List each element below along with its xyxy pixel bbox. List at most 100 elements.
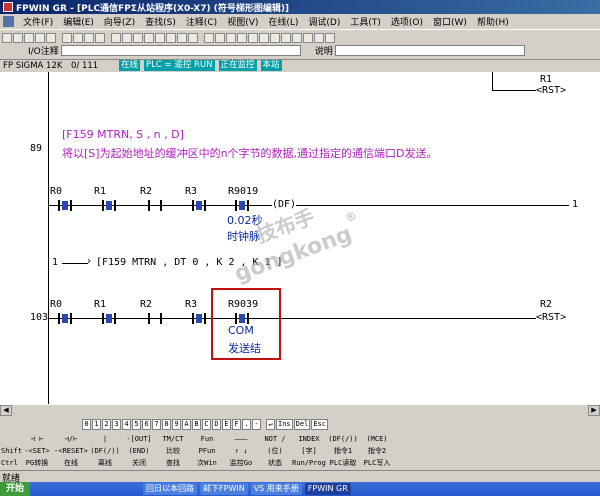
top-coil[interactable]: <RST> <box>536 85 566 96</box>
menu-file[interactable]: 文件(F) <box>18 15 58 28</box>
check-icon[interactable] <box>237 32 247 43</box>
fkey-hline[interactable]: ——— <box>224 435 258 443</box>
fkey-reset[interactable]: -<RESET> <box>54 447 88 455</box>
taskbar-item-3[interactable]: VS 用来手册 <box>250 483 302 495</box>
lock-icon[interactable] <box>281 32 291 43</box>
binoculars-icon[interactable] <box>215 32 225 43</box>
open-folder-icon[interactable] <box>13 32 23 43</box>
taskbar-item-1[interactable]: 回日以本回路 <box>143 483 198 495</box>
menu-tools[interactable]: 工具(T) <box>345 15 386 28</box>
cut-icon[interactable] <box>62 32 72 43</box>
contact-r1[interactable] <box>102 200 116 211</box>
fkey-index[interactable]: INDEX <box>292 435 326 443</box>
list-icon[interactable] <box>155 32 165 43</box>
help-icon[interactable] <box>325 32 335 43</box>
key-e[interactable]: E <box>222 419 231 430</box>
fkey-monitor-go[interactable]: 监控Go <box>224 458 258 468</box>
coil-rst-r2[interactable]: <RST> <box>536 312 566 323</box>
fkey-compare[interactable]: 比较 <box>156 446 190 456</box>
io-comment-field[interactable] <box>60 45 301 56</box>
horizontal-scrollbar[interactable]: ◀ ▶ <box>0 404 600 416</box>
fkey-df[interactable]: (DF(/)) <box>326 435 360 443</box>
table-icon[interactable] <box>166 32 176 43</box>
menu-comment[interactable]: 注释(C) <box>181 15 222 28</box>
fkey-online[interactable]: 在线 <box>54 458 88 468</box>
plc-read-icon[interactable] <box>259 32 269 43</box>
key-1[interactable]: 1 <box>92 419 101 430</box>
undo-icon[interactable] <box>95 32 105 43</box>
scroll-right-icon[interactable]: ▶ <box>588 405 600 416</box>
fkey-pg-convert[interactable]: PG转换 <box>20 458 54 468</box>
key-5[interactable]: 5 <box>132 419 141 430</box>
fkey-offline[interactable]: 离线 <box>88 458 122 468</box>
fkey-fun[interactable]: Fun <box>190 435 224 443</box>
contact-r2[interactable] <box>148 200 162 211</box>
box-icon[interactable] <box>248 32 258 43</box>
fkey-next-win[interactable]: 次Win <box>190 458 224 468</box>
contact-r1-b[interactable] <box>102 313 116 324</box>
key-dot[interactable]: . <box>242 419 251 430</box>
print-icon[interactable] <box>35 32 45 43</box>
fkey-df2[interactable]: (DF(/)) <box>88 447 122 455</box>
key-9[interactable]: 9 <box>172 419 181 430</box>
key-4[interactable]: 4 <box>122 419 131 430</box>
taskbar-item-fpwin[interactable]: FPWIN GR <box>304 483 351 495</box>
key-d[interactable]: D <box>212 419 221 430</box>
taskbar-item-2[interactable]: 邮下FPWIN <box>200 483 248 495</box>
key-minus[interactable]: - <box>252 419 261 430</box>
contact-r0[interactable] <box>58 200 72 211</box>
fkey-updown[interactable]: ↑ ↓ <box>224 447 258 455</box>
key-7[interactable]: 7 <box>152 419 161 430</box>
menu-search[interactable]: 查找(S) <box>140 15 181 28</box>
monitor-icon[interactable] <box>204 32 214 43</box>
comment-icon[interactable] <box>177 32 187 43</box>
monitor-go-icon[interactable] <box>314 32 324 43</box>
paste-icon[interactable] <box>84 32 94 43</box>
scroll-left-icon[interactable]: ◀ <box>0 405 12 416</box>
window-icon[interactable] <box>226 32 236 43</box>
start-button[interactable]: 开始 <box>0 482 31 496</box>
key-enter[interactable]: ↵ <box>266 419 275 430</box>
fkey-status[interactable]: 状态 <box>258 458 292 468</box>
key-0[interactable]: 0 <box>82 419 91 430</box>
menu-wizard[interactable]: 向导(Z) <box>99 15 140 28</box>
key-c[interactable]: C <box>202 419 211 430</box>
fkey-instr1[interactable]: 指令1 <box>326 446 360 456</box>
contact-r3[interactable] <box>192 200 206 211</box>
description-field[interactable] <box>334 45 525 56</box>
fkey-mce[interactable]: (MCE) <box>360 435 394 443</box>
fkey-not[interactable]: NOT / <box>258 435 292 443</box>
key-ins[interactable]: Ins <box>276 419 293 430</box>
fkey-set[interactable]: -<SET> <box>20 447 54 455</box>
fkey-plc-read[interactable]: PLC读取 <box>326 458 360 468</box>
menu-window[interactable]: 窗口(W) <box>428 15 472 28</box>
menu-view[interactable]: 视图(V) <box>222 15 263 28</box>
fkey-run-prog[interactable]: Run/Prog <box>292 459 326 467</box>
fkey-end[interactable]: (END) <box>122 447 156 455</box>
key-3[interactable]: 3 <box>112 419 121 430</box>
fkey-instr2[interactable]: 指令2 <box>360 446 394 456</box>
contact-r0-b[interactable] <box>58 313 72 324</box>
menu-options[interactable]: 选项(O) <box>386 15 428 28</box>
zoom-icon[interactable] <box>133 32 143 43</box>
fkey-find[interactable]: 查找 <box>156 458 190 468</box>
fkey-pfun[interactable]: PFun <box>190 447 224 455</box>
grid-icon[interactable] <box>144 32 154 43</box>
fkey-bit[interactable]: (位) <box>258 446 292 456</box>
contact-r9019[interactable] <box>235 200 249 211</box>
fkey-contact[interactable]: ⊣ ⊢ <box>20 435 54 443</box>
save-icon[interactable] <box>24 32 34 43</box>
ladder-editor[interactable]: R1 <RST> 89 [F159 MTRN, S , n , D] 将以[S]… <box>0 72 600 404</box>
fkey-word[interactable]: [字] <box>292 446 326 456</box>
text-a-icon[interactable] <box>188 32 198 43</box>
step-icon[interactable] <box>303 32 313 43</box>
key-6[interactable]: 6 <box>142 419 151 430</box>
key-8[interactable]: 8 <box>162 419 171 430</box>
key-b[interactable]: B <box>192 419 201 430</box>
key-f[interactable]: F <box>232 419 241 430</box>
fkey-out[interactable]: -[OUT] <box>122 435 156 443</box>
plc-write-icon[interactable] <box>270 32 280 43</box>
contact-r2-b[interactable] <box>148 313 162 324</box>
menu-online[interactable]: 在线(L) <box>263 15 303 28</box>
fkey-close[interactable]: 关闭 <box>122 458 156 468</box>
